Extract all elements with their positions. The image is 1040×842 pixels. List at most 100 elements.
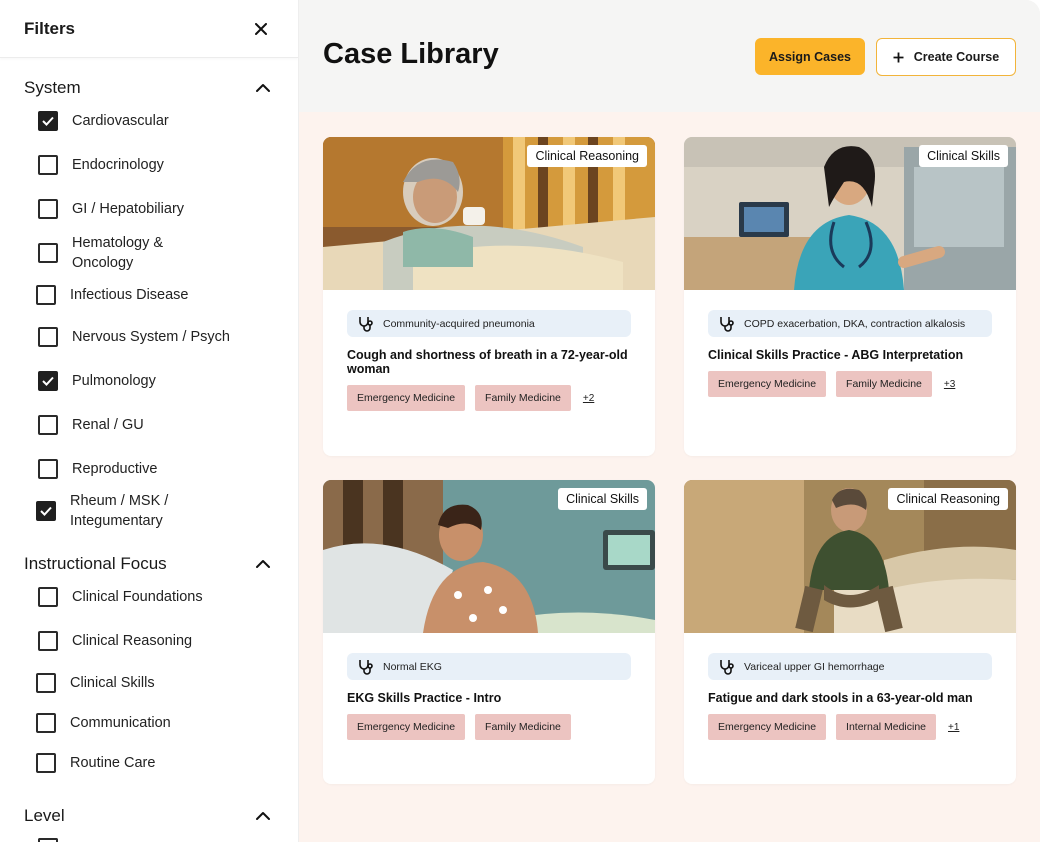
filters-header: Filters <box>0 0 298 58</box>
checkbox[interactable] <box>36 713 56 733</box>
case-illustration: Clinical Skills <box>323 480 655 633</box>
case-illustration: Clinical Reasoning <box>323 137 655 290</box>
case-illustration: Clinical Reasoning <box>684 480 1016 633</box>
filters-title: Filters <box>24 18 76 38</box>
filter-option-label: Reproductive <box>72 461 158 477</box>
case-title[interactable]: Clinical Skills Practice - ABG Interpret… <box>708 348 998 362</box>
stethoscope-icon <box>720 316 734 332</box>
filter-option-reproductive[interactable]: Reproductive <box>38 459 157 479</box>
tag-list: Emergency Medicine Internal Medicine +1 <box>708 714 959 740</box>
chevron-up-icon[interactable] <box>255 556 271 572</box>
tag-list: Emergency Medicine Family Medicine +2 <box>347 385 594 411</box>
stethoscope-icon <box>359 659 373 675</box>
filter-option-hematology-oncology[interactable]: Hematology & Oncology <box>38 233 192 273</box>
checkbox[interactable] <box>38 415 58 435</box>
checkbox[interactable] <box>36 285 56 305</box>
filter-option-label: GI / Hepatobiliary <box>72 201 185 217</box>
filter-option-infectious-disease[interactable]: Infectious Disease <box>36 285 188 305</box>
filter-option-label: Clinical Foundations <box>72 589 203 605</box>
category-badge: Clinical Skills <box>558 488 647 510</box>
filter-option-label: Communication <box>70 715 171 731</box>
filter-option-renal-gu[interactable]: Renal / GU <box>38 415 144 435</box>
case-card[interactable]: Clinical Reasoning Community-acquired pn… <box>323 137 655 456</box>
filters-sidebar: Filters System Cardiovascular Endocrinol… <box>0 0 299 842</box>
filter-option-pulmonology[interactable]: Pulmonology <box>38 371 156 391</box>
specialty-tag: Family Medicine <box>836 371 932 397</box>
more-tags-link[interactable]: +1 <box>948 722 959 733</box>
more-tags-link[interactable]: +3 <box>944 379 955 390</box>
specialty-tag: Internal Medicine <box>836 714 937 740</box>
filter-option-clinical-skills[interactable]: Clinical Skills <box>36 673 155 693</box>
filter-option-label: Renal / GU <box>72 417 144 433</box>
case-title[interactable]: Fatigue and dark stools in a 63-year-old… <box>708 691 998 705</box>
checkbox[interactable] <box>38 155 58 175</box>
more-tags-link[interactable]: +2 <box>583 393 594 404</box>
filter-option-label: Nervous System / Psych <box>72 329 230 345</box>
checkbox-checked[interactable] <box>36 501 56 521</box>
diagnosis-pill: Variceal upper GI hemorrhage <box>708 653 992 680</box>
checkbox[interactable] <box>38 327 58 347</box>
checkbox[interactable] <box>38 459 58 479</box>
filter-option-label: Infectious Disease <box>70 287 189 303</box>
assign-cases-button[interactable]: Assign Cases <box>755 38 865 75</box>
checkbox[interactable] <box>36 753 56 773</box>
checkbox[interactable] <box>38 199 58 219</box>
diagnosis-pill: Normal EKG <box>347 653 631 680</box>
filter-option-cardiovascular[interactable]: Cardiovascular <box>38 111 169 131</box>
filter-option-gi-hepatobiliary[interactable]: GI / Hepatobiliary <box>38 199 184 219</box>
filter-option-routine-care[interactable]: Routine Care <box>36 753 155 773</box>
section-system: System <box>0 76 298 100</box>
category-badge: Clinical Skills <box>919 145 1008 167</box>
case-illustration: Clinical Skills <box>684 137 1016 290</box>
case-title[interactable]: Cough and shortness of breath in a 72-ye… <box>347 348 637 376</box>
case-library-main: Case Library Assign Cases Create Course <box>299 0 1040 842</box>
category-badge: Clinical Reasoning <box>888 488 1008 510</box>
specialty-tag: Emergency Medicine <box>708 714 827 740</box>
filter-option-clinical-foundations[interactable]: Clinical Foundations <box>38 587 203 607</box>
checkbox[interactable] <box>38 631 58 651</box>
specialty-tag: Emergency Medicine <box>347 714 466 740</box>
filter-option-communication[interactable]: Communication <box>36 713 171 733</box>
diagnosis-text: COPD exacerbation, DKA, contraction alka… <box>744 317 966 330</box>
filter-option-label: Routine Care <box>70 755 156 771</box>
case-grid: Clinical Reasoning Community-acquired pn… <box>299 112 1040 842</box>
stethoscope-icon <box>720 659 734 675</box>
diagnosis-pill: COPD exacerbation, DKA, contraction alka… <box>708 310 992 337</box>
checkbox[interactable] <box>38 243 58 263</box>
filter-option-label: Clinical Reasoning <box>72 633 193 649</box>
filter-option-rheum-msk-integumentary[interactable]: Rheum / MSK / Integumentary <box>36 491 190 531</box>
specialty-tag: Family Medicine <box>475 714 571 740</box>
checkbox[interactable] <box>38 838 58 842</box>
create-course-button[interactable]: Create Course <box>876 38 1016 76</box>
filter-option-label: Clinical Skills <box>70 675 155 691</box>
checkbox[interactable] <box>36 673 56 693</box>
case-title[interactable]: EKG Skills Practice - Intro <box>347 691 637 705</box>
page-title: Case Library <box>323 38 499 70</box>
filter-option-clinical-reasoning[interactable]: Clinical Reasoning <box>38 631 192 651</box>
filter-option-label: Cardiovascular <box>72 113 169 129</box>
checkbox-checked[interactable] <box>38 111 58 131</box>
close-icon[interactable] <box>252 20 270 38</box>
section-title-system: System <box>24 78 81 97</box>
filter-option-label: Pulmonology <box>72 373 156 389</box>
chevron-up-icon[interactable] <box>255 808 271 824</box>
section-title-instructional-focus: Instructional Focus <box>24 554 167 573</box>
checkbox-checked[interactable] <box>38 371 58 391</box>
stethoscope-icon <box>359 316 373 332</box>
filter-option-label: Endocrinology <box>72 157 164 173</box>
specialty-tag: Family Medicine <box>475 385 571 411</box>
filter-option-endocrinology[interactable]: Endocrinology <box>38 155 164 175</box>
checkbox[interactable] <box>38 587 58 607</box>
category-badge: Clinical Reasoning <box>527 145 647 167</box>
case-card[interactable]: Clinical Skills COPD exacerbation, DKA, … <box>684 137 1016 456</box>
case-card[interactable]: Clinical Reasoning Variceal upper GI hem… <box>684 480 1016 784</box>
section-instructional-focus: Instructional Focus <box>0 552 298 576</box>
case-card[interactable]: Clinical Skills Normal EKG EKG Skills Pr… <box>323 480 655 784</box>
tag-list: Emergency Medicine Family Medicine +3 <box>708 371 955 397</box>
diagnosis-text: Community-acquired pneumonia <box>383 317 535 330</box>
filter-option-nervous-system-psych[interactable]: Nervous System / Psych <box>38 327 230 347</box>
plus-icon <box>893 52 904 62</box>
create-course-label: Create Course <box>913 50 1000 64</box>
chevron-up-icon[interactable] <box>255 80 271 96</box>
specialty-tag: Emergency Medicine <box>347 385 466 411</box>
